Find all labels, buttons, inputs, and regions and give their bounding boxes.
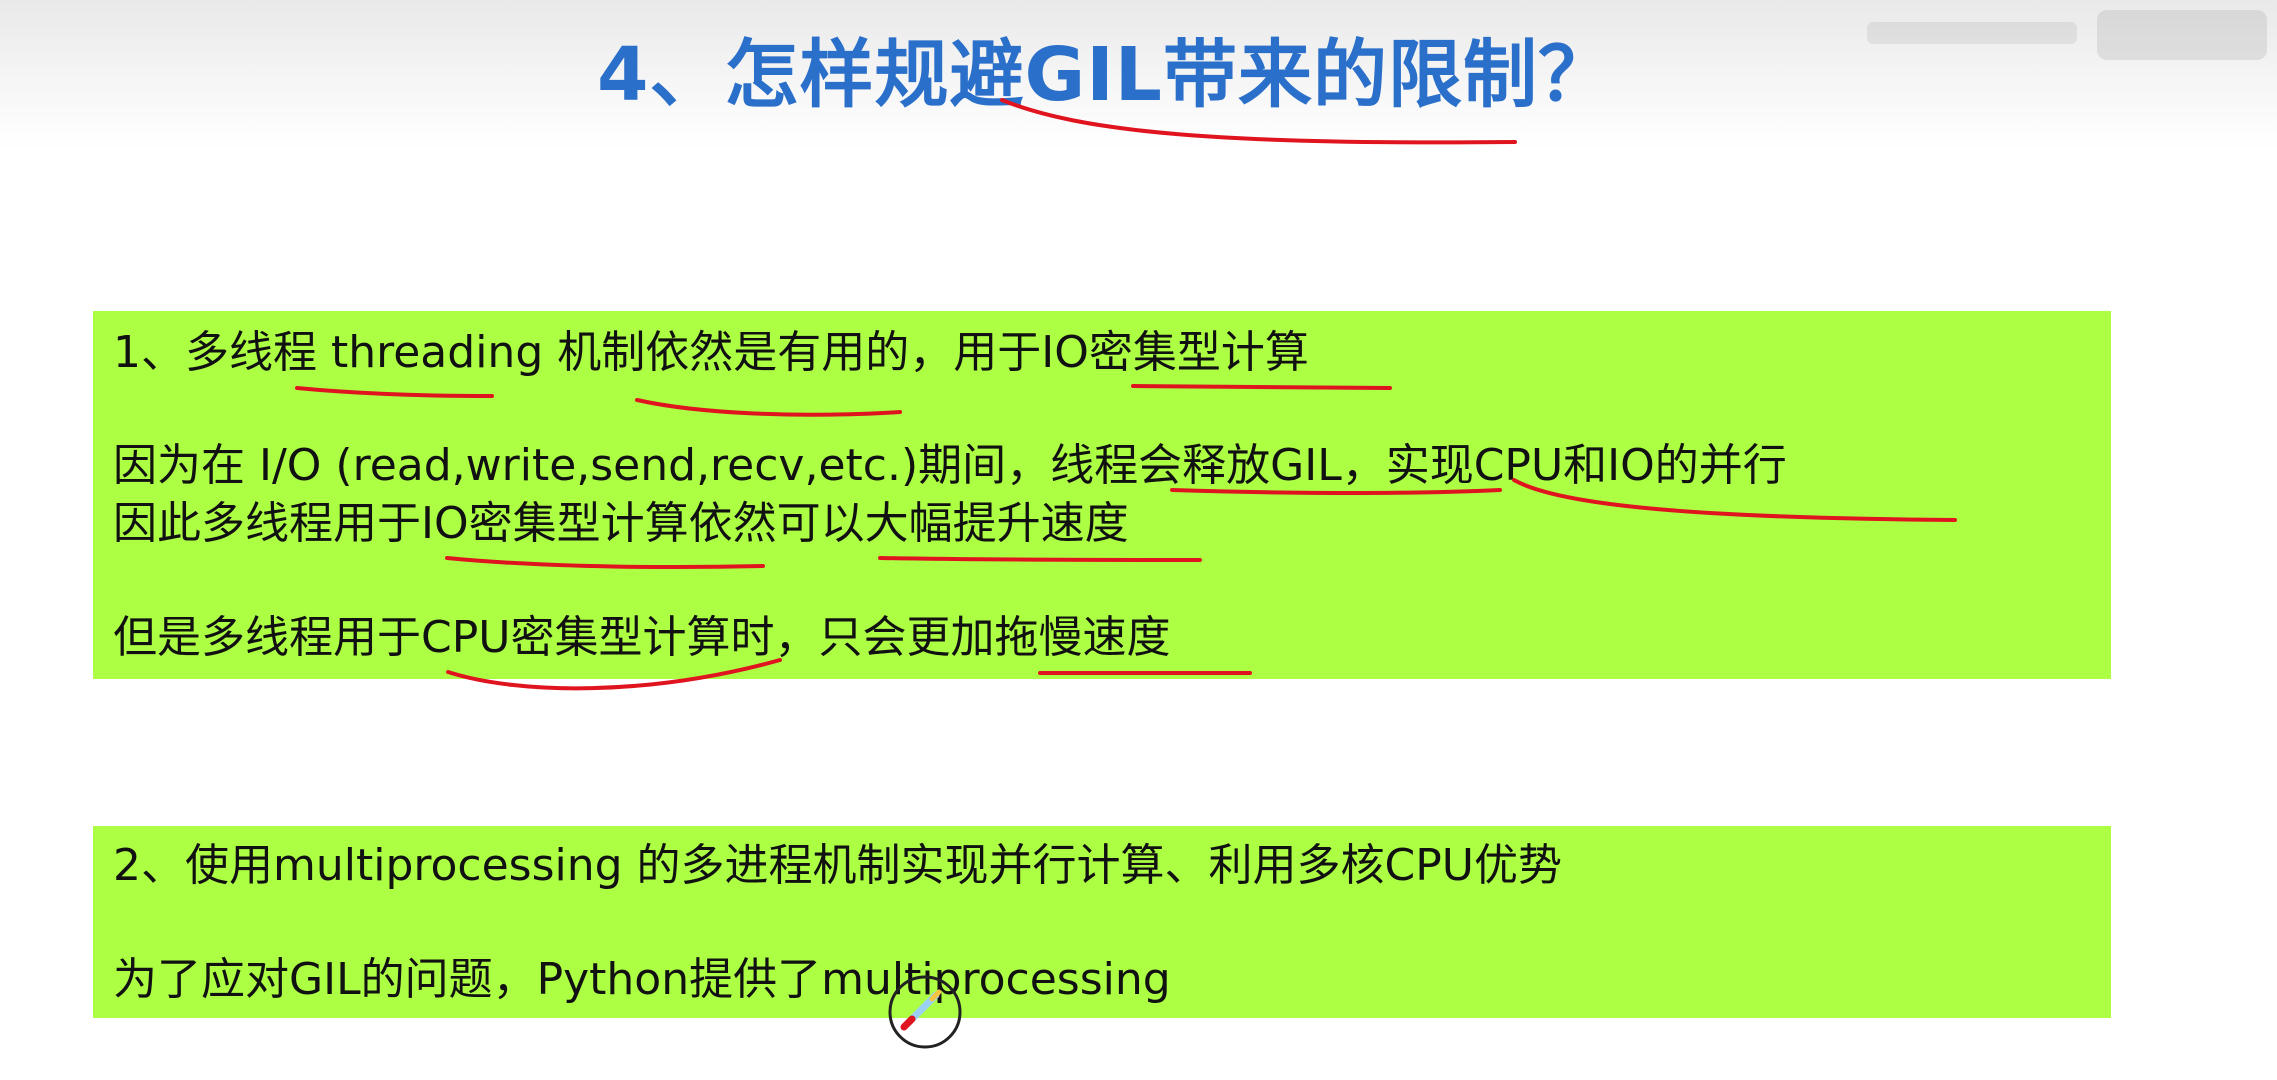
section1-io-speedup-line: 因此多线程用于IO密集型计算依然可以大幅提升速度 <box>113 498 1129 549</box>
section2-python-line: 为了应对GIL的问题，Python提供了multiprocessing <box>113 954 1171 1005</box>
section1-io-release-line: 因为在 I/O (read,write,send,recv,etc.)期间，线程… <box>113 440 1787 491</box>
section-multiprocessing-box: 2、使用multiprocessing 的多进程机制实现并行计算、利用多核CPU… <box>93 826 2111 1018</box>
section1-cpu-slowdown-line: 但是多线程用于CPU密集型计算时，只会更加拖慢速度 <box>113 612 1171 663</box>
section1-heading: 1、多线程 threading 机制依然是有用的，用于IO密集型计算 <box>113 327 1309 378</box>
slide-title: 4、怎样规避GIL带来的限制？ <box>597 32 1613 118</box>
section-threading-box: 1、多线程 threading 机制依然是有用的，用于IO密集型计算 因为在 I… <box>93 311 2111 679</box>
section2-heading: 2、使用multiprocessing 的多进程机制实现并行计算、利用多核CPU… <box>113 840 1563 891</box>
slide: 4、怎样规避GIL带来的限制？ 1、多线程 threading 机制依然是有用的… <box>0 0 2277 1080</box>
pen-cursor-icon <box>888 975 962 1049</box>
